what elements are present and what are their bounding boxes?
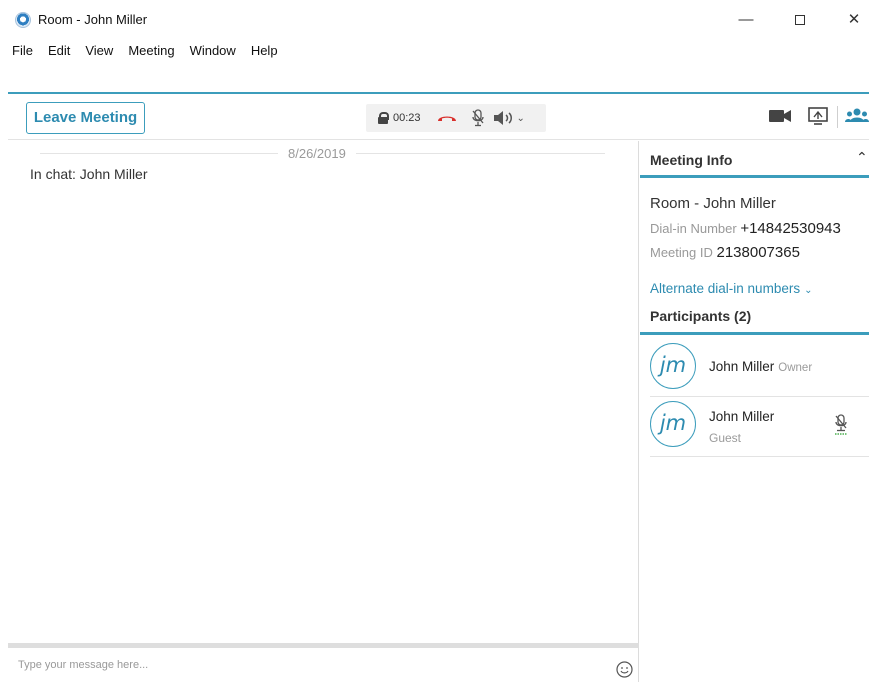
menu-bar: File Edit View Meeting Window Help [12, 43, 293, 61]
maximize-icon [795, 15, 805, 26]
menu-window[interactable]: Window [190, 43, 236, 61]
participant-role: Guest [709, 431, 742, 445]
maximize-button[interactable] [782, 6, 818, 34]
meeting-id-label: Meeting ID [650, 245, 713, 260]
menu-edit[interactable]: Edit [48, 43, 70, 61]
dial-in-number: +14842530943 [740, 220, 841, 237]
participant-row[interactable]: jm John Miller Guest [650, 397, 869, 457]
window-title: Room - John Miller [38, 12, 148, 27]
menu-help[interactable]: Help [251, 43, 278, 61]
meeting-info-header[interactable]: Meeting Info ⌃ [640, 141, 869, 178]
collapse-chevron-icon[interactable]: ⌃ [856, 149, 868, 166]
leave-meeting-button[interactable]: Leave Meeting [26, 102, 145, 134]
audio-options-chevron-icon[interactable]: ⌄ [517, 113, 525, 124]
participant-name: John Miller [709, 409, 775, 424]
dial-in-row: Dial-in Number +14842530943 [650, 220, 841, 237]
alternate-dial-in-label: Alternate dial-in numbers [650, 281, 801, 296]
microphone-muted-icon[interactable] [471, 109, 485, 127]
video-icon[interactable] [768, 106, 792, 126]
meeting-id-row: Meeting ID 2138007365 [650, 244, 800, 261]
participants-header: Participants (2) [650, 308, 752, 324]
menu-view[interactable]: View [85, 43, 113, 61]
room-name: Room - John Miller [650, 195, 776, 212]
meeting-toolbar: Leave Meeting 00:23 ⌄ [8, 94, 869, 140]
participant-name: John Miller [709, 359, 775, 374]
title-bar: Room - John Miller — ✕ [0, 0, 869, 40]
minimize-button[interactable]: — [728, 6, 764, 34]
speaker-icon[interactable] [493, 110, 515, 126]
menu-file[interactable]: File [12, 43, 33, 61]
call-controls: 00:23 ⌄ [366, 104, 546, 132]
meeting-id-value: 2138007365 [716, 244, 800, 261]
call-timer: 00:23 [393, 112, 421, 124]
alternate-dial-in-link[interactable]: Alternate dial-in numbers ⌄ [650, 281, 812, 296]
hang-up-icon[interactable] [437, 113, 457, 123]
screen-share-icon[interactable] [807, 106, 829, 126]
meeting-info-panel: Meeting Info ⌃ Room - John Miller Dial-i… [640, 141, 869, 682]
participant-role: Owner [778, 362, 813, 374]
emoji-icon[interactable] [616, 661, 633, 678]
toolbar-divider [837, 106, 838, 128]
chevron-down-icon: ⌄ [804, 285, 813, 296]
meeting-info-title: Meeting Info [650, 152, 733, 168]
participants-accent-line [640, 332, 869, 335]
lock-icon [378, 112, 389, 124]
close-button[interactable]: ✕ [836, 6, 869, 34]
app-logo-icon [15, 12, 31, 28]
participant-name-row: John Miller Owner [709, 359, 812, 374]
menu-meeting[interactable]: Meeting [128, 43, 174, 61]
avatar: jm [650, 343, 696, 389]
chat-status: In chat: John Miller [30, 166, 148, 182]
chat-date: 8/26/2019 [278, 146, 356, 161]
participants-icon[interactable] [845, 106, 869, 126]
chat-panel: 8/26/2019 In chat: John Miller [8, 141, 639, 643]
message-input[interactable] [8, 648, 639, 682]
dial-in-label: Dial-in Number [650, 221, 737, 236]
avatar: jm [650, 401, 696, 447]
microphone-muted-icon[interactable] [833, 414, 849, 436]
participant-row[interactable]: jm John Miller Owner [650, 339, 869, 397]
